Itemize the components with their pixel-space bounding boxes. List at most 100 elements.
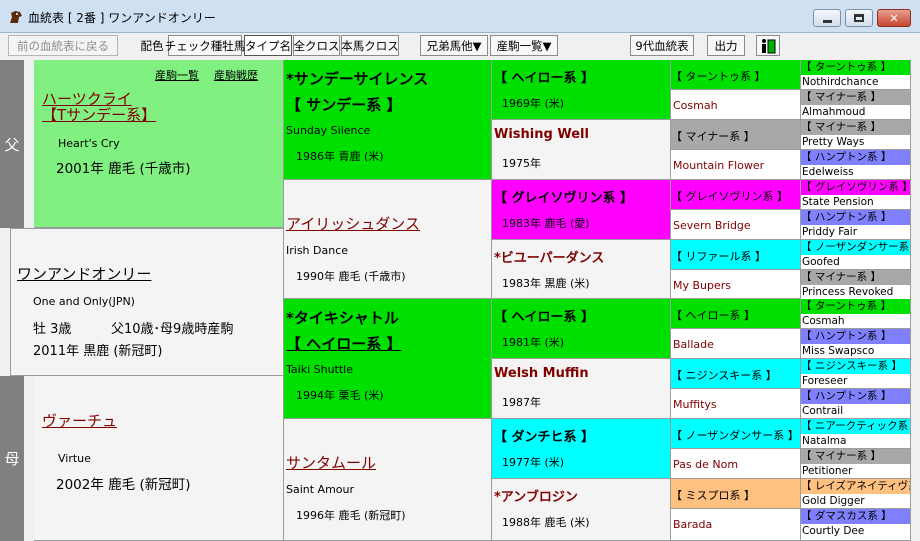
- gen5-name[interactable]: State Pension: [802, 195, 874, 209]
- gen4-name-cell[interactable]: Cosmah: [671, 90, 801, 120]
- gen5-line: 【 マイナー系 】: [801, 90, 910, 105]
- self-cross-button[interactable]: 本馬クロス: [341, 35, 399, 56]
- gen3-name[interactable]: *アンブロジン: [494, 486, 578, 505]
- foals-dropdown[interactable]: 産駒一覧▼: [490, 35, 558, 56]
- minimize-button[interactable]: [813, 9, 841, 27]
- gen2-sire-dam[interactable]: アイリッシュダンス Irish Dance 1990年 鹿毛 (千歳市): [284, 180, 492, 299]
- horse-cell[interactable]: ワンアンドオンリー One and Only(JPN) 牡 3歳 父10歳･母9…: [10, 228, 284, 376]
- gen5-cell[interactable]: 【 ハンプトン系 】 Priddy Fair: [801, 210, 911, 240]
- gen3-cell[interactable]: 【 ヘイロー系 】 1969年 (米): [492, 60, 671, 120]
- all-cross-button[interactable]: 全クロス: [293, 35, 340, 56]
- gen4-name[interactable]: Mountain Flower: [673, 159, 764, 172]
- gen5-name[interactable]: Contrail: [802, 404, 843, 418]
- gen5-cell[interactable]: 【 マイナー系 】 Petitioner: [801, 449, 911, 479]
- sire-cell[interactable]: 産駒一覧 産駒戦歴 ハーツクライ 【Tサンデー系】 Heart's Cry 20…: [34, 60, 284, 228]
- title-bar: 血統表 [ 2番 ] ワンアンドオンリー ✕: [0, 0, 920, 33]
- gen2-name[interactable]: アイリッシュダンス: [286, 213, 420, 234]
- gen2-name[interactable]: *サンデーサイレンス: [286, 68, 428, 89]
- gen5-name[interactable]: Petitioner: [802, 464, 852, 478]
- color-label: 配色: [140, 38, 164, 53]
- gen5-cell[interactable]: 【 マイナー系 】 Pretty Ways: [801, 120, 911, 150]
- gen4-name-cell[interactable]: Barada: [671, 509, 801, 541]
- output-button[interactable]: 出力: [707, 35, 745, 56]
- sire-eng: Heart's Cry: [58, 137, 120, 150]
- gen2-name[interactable]: *タイキシャトル: [286, 307, 399, 328]
- gen3-name[interactable]: *ビユーパーダンス: [494, 247, 604, 266]
- gen2-name[interactable]: サンタムール: [286, 452, 376, 473]
- gen5-cell[interactable]: 【 マイナー系 】 Princess Revoked: [801, 270, 911, 300]
- gen5-name[interactable]: Priddy Fair: [802, 225, 857, 239]
- gen5-name[interactable]: Foreseer: [802, 374, 847, 388]
- gen3-cell[interactable]: *アンブロジン 1988年 鹿毛 (米): [492, 479, 671, 541]
- gen5-name[interactable]: Goofed: [802, 255, 840, 269]
- gen5-cell[interactable]: 【 ハンプトン系 】 Contrail: [801, 389, 911, 419]
- back-button[interactable]: 前の血統表に戻る: [8, 35, 118, 56]
- foal-list-link[interactable]: 産駒一覧: [155, 67, 199, 83]
- dam-info: 2002年 鹿毛 (新冠町): [56, 477, 191, 493]
- gen4-name[interactable]: Ballade: [673, 338, 714, 351]
- gen5-name[interactable]: Edelweiss: [802, 165, 854, 179]
- mother-side-label: 母: [0, 376, 24, 541]
- gen2-info: 1986年 青鹿 (米): [296, 150, 384, 163]
- gen5-name[interactable]: Natalma: [802, 434, 846, 448]
- gen3-cell[interactable]: Welsh Muffin 1987年: [492, 359, 671, 419]
- gen4-name[interactable]: Pas de Nom: [673, 458, 738, 471]
- gen5-cell[interactable]: 【 レイズアネイティヴ系 】Gold Digger: [801, 479, 911, 509]
- gen2-sire-sire[interactable]: *サンデーサイレンス 【 サンデー系 】 Sunday Silence 1986…: [284, 60, 492, 180]
- gen5-name[interactable]: Pretty Ways: [802, 135, 864, 149]
- gen5-cell[interactable]: 【 ターントゥ系 】 Nothirdchance: [801, 60, 911, 90]
- gen2-line[interactable]: 【 ヘイロー系 】: [286, 333, 401, 354]
- gen3-cell[interactable]: Wishing Well 1975年: [492, 120, 671, 180]
- gen2-dam-sire[interactable]: *タイキシャトル 【 ヘイロー系 】 Taiki Shuttle 1994年 栗…: [284, 299, 492, 419]
- close-button[interactable]: ✕: [877, 9, 911, 27]
- gen5-line: 【 マイナー系 】: [801, 449, 910, 464]
- gen5-name[interactable]: Gold Digger: [802, 494, 865, 508]
- gen3-cell[interactable]: 【 グレイソヴリン系 】 1983年 鹿毛 (愛): [492, 180, 671, 240]
- gen5-cell[interactable]: 【 ハンプトン系 】 Edelweiss: [801, 150, 911, 180]
- dam-name[interactable]: ヴァーチュ: [42, 410, 117, 431]
- gen3-name[interactable]: Welsh Muffin: [494, 366, 589, 381]
- gen4-name[interactable]: Cosmah: [673, 99, 718, 112]
- horse-name[interactable]: ワンアンドオンリー: [17, 263, 151, 284]
- gen2-eng: Irish Dance: [286, 244, 349, 257]
- gen5-cell[interactable]: 【 ニジンスキー系 】 Foreseer: [801, 359, 911, 389]
- gen5-cell[interactable]: 【 ハンプトン系 】 Miss Swapsco: [801, 329, 911, 359]
- gen4-name-cell[interactable]: Mountain Flower: [671, 150, 801, 180]
- gen2-eng: Taiki Shuttle: [286, 363, 353, 376]
- gen5-name[interactable]: Cosmah: [802, 314, 845, 328]
- gen5-name[interactable]: Courtly Dee: [802, 524, 864, 538]
- dam-cell[interactable]: ヴァーチュ Virtue 2002年 鹿毛 (新冠町): [34, 376, 284, 541]
- gen4-name-cell[interactable]: My Bupers: [671, 270, 801, 299]
- gen4-name-cell[interactable]: Pas de Nom: [671, 449, 801, 479]
- gen5-cell[interactable]: 【 グレイソヴリン系 】 State Pension: [801, 180, 911, 210]
- gen4-name-cell[interactable]: Muffitys: [671, 389, 801, 419]
- check-sire-button[interactable]: チェック種牡馬: [165, 35, 245, 56]
- gen4-name[interactable]: Severn Bridge: [673, 219, 751, 232]
- gen5-name[interactable]: Nothirdchance: [802, 75, 879, 89]
- gen5-cell[interactable]: 【 ターントゥ系 】 Cosmah: [801, 299, 911, 329]
- gen2-dam-dam[interactable]: サンタムール Saint Amour 1996年 鹿毛 (新冠町): [284, 419, 492, 541]
- type-name-button[interactable]: タイプ名: [244, 35, 292, 56]
- maximize-button[interactable]: [845, 9, 873, 27]
- gen3-name[interactable]: Wishing Well: [494, 127, 589, 142]
- gen5-cell[interactable]: 【 マイナー系 】 Almahmoud: [801, 90, 911, 120]
- gen5-cell[interactable]: 【 ニアークティック系 】 Natalma: [801, 419, 911, 449]
- gen9-button[interactable]: 9代血統表: [630, 35, 694, 56]
- gen5-name[interactable]: Princess Revoked: [802, 285, 893, 299]
- gen5-name[interactable]: Almahmoud: [802, 105, 865, 119]
- gen5-cell[interactable]: 【 ノーザンダンサー系 】 Goofed: [801, 240, 911, 270]
- gen4-name[interactable]: My Bupers: [673, 279, 731, 292]
- foal-record-link[interactable]: 産駒戦歴: [214, 67, 258, 83]
- gen4-name-cell[interactable]: Ballade: [671, 329, 801, 359]
- gen3-cell[interactable]: *ビユーパーダンス 1983年 黒鹿 (米): [492, 240, 671, 299]
- gen4-name[interactable]: Muffitys: [673, 398, 717, 411]
- gen3-cell[interactable]: 【 ダンチヒ系 】 1977年 (米): [492, 419, 671, 479]
- person-icon-button[interactable]: [756, 35, 780, 56]
- gen4-name[interactable]: Barada: [673, 518, 712, 531]
- gen3-cell[interactable]: 【 ヘイロー系 】 1981年 (米): [492, 299, 671, 359]
- sire-line[interactable]: 【Tサンデー系】: [42, 104, 156, 125]
- gen5-name[interactable]: Miss Swapsco: [802, 344, 874, 358]
- siblings-dropdown[interactable]: 兄弟馬他▼: [420, 35, 488, 56]
- gen4-name-cell[interactable]: Severn Bridge: [671, 210, 801, 240]
- gen5-cell[interactable]: 【 ダマスカス系 】 Courtly Dee: [801, 509, 911, 541]
